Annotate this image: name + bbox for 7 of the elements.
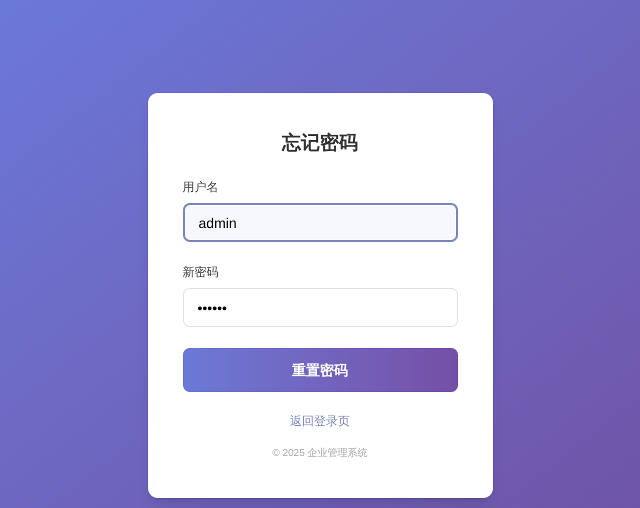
- field-label: 新密码: [182, 264, 220, 280]
- field-label: 用户名: [182, 179, 220, 195]
- form-title: 忘记密码: [282, 131, 358, 156]
- input-field[interactable]: ••••••: [182, 288, 458, 327]
- copyright-text: © 2025 企业管理系统: [272, 446, 368, 461]
- input-field[interactable]: admin: [182, 203, 458, 242]
- reset-password-button[interactable]: 重置密码: [182, 348, 458, 392]
